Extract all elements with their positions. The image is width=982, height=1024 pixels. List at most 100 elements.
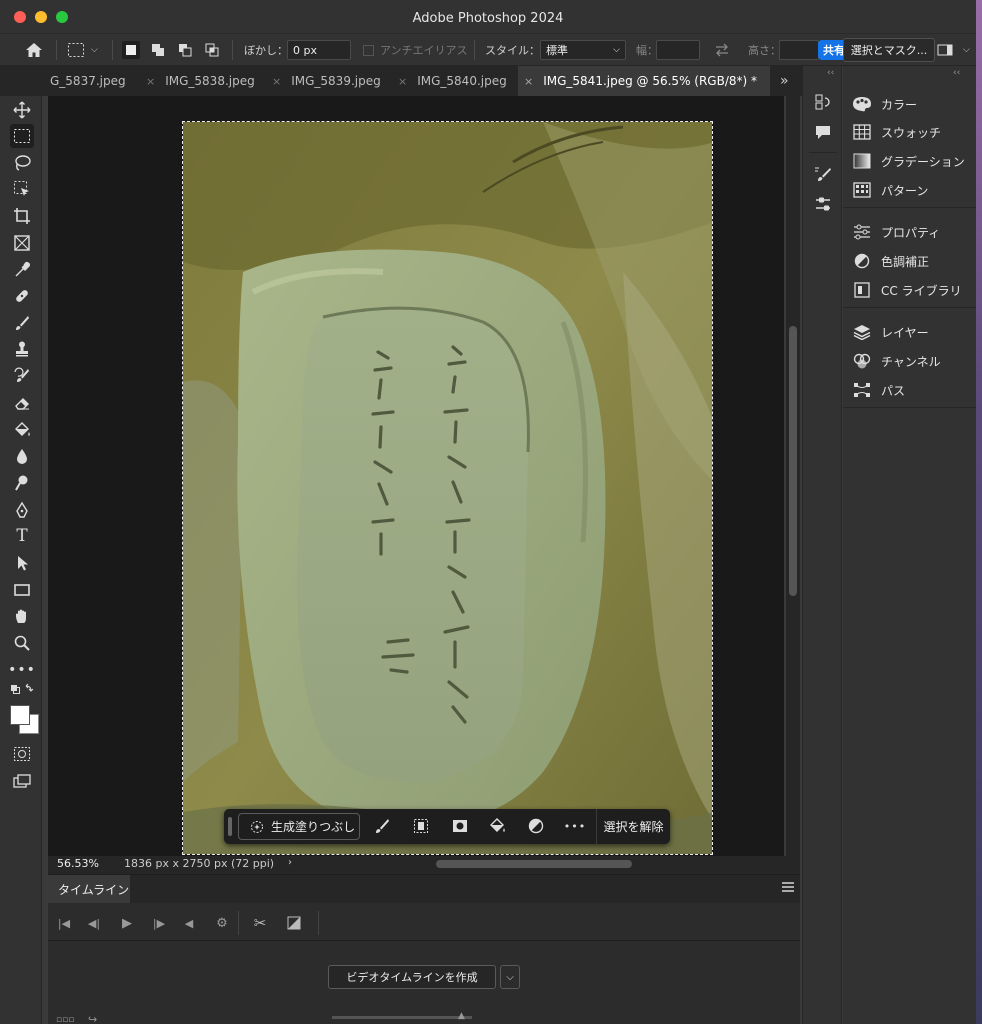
tab-img-5841[interactable]: × IMG_5841.jpeg @ 56.5% (RGB/8*) * [518, 66, 770, 96]
type-tool[interactable]: T [10, 524, 34, 548]
edit-toolbar-button[interactable]: ••• [8, 658, 35, 682]
lasso-tool[interactable] [10, 151, 34, 175]
intersect-selection-button[interactable] [203, 41, 221, 59]
feather-input[interactable]: 0 px [287, 40, 351, 60]
more-options-button[interactable]: ••• [564, 816, 585, 836]
zoom-tool[interactable] [10, 631, 34, 655]
style-select[interactable]: 標準 ⌵ [540, 40, 626, 60]
panel-menu-icon[interactable] [782, 882, 794, 892]
clone-stamp-tool[interactable] [10, 337, 34, 361]
play-button[interactable]: ▶ [119, 915, 135, 931]
fill-selection-button[interactable] [487, 816, 507, 836]
more-tabs-icon[interactable]: » [780, 73, 789, 89]
marquee-preset-picker[interactable]: ⌵ [67, 34, 98, 66]
zoom-in-icon[interactable]: ▲ [458, 1011, 465, 1021]
pen-tool[interactable] [10, 498, 34, 522]
frame-tool[interactable] [10, 231, 34, 255]
timeline-type-dropdown[interactable]: ⌵ [500, 965, 520, 989]
tab-timeline[interactable]: タイムライン [48, 875, 130, 903]
properties-panel-button[interactable]: プロパティ [851, 218, 975, 246]
vertical-scrollbar[interactable] [786, 96, 800, 856]
patterns-panel-button[interactable]: パターン [851, 176, 975, 204]
new-selection-button[interactable] [122, 41, 140, 59]
channels-panel-button[interactable]: チャンネル [851, 347, 975, 375]
subtract-selection-button[interactable] [176, 41, 194, 59]
transition-button[interactable] [286, 915, 302, 931]
swatches-panel-button[interactable]: スウォッチ [851, 118, 975, 146]
split-button[interactable]: ✂ [252, 914, 268, 932]
share-button[interactable]: 共有 [818, 40, 846, 60]
drag-handle[interactable] [228, 817, 232, 836]
horizontal-scroll-thumb[interactable] [436, 860, 632, 868]
generative-fill-button[interactable]: 生成塗りつぶし [238, 813, 360, 840]
frame-animation-icon[interactable]: ▫▫▫ [56, 1015, 74, 1024]
invert-selection-button[interactable] [411, 816, 431, 836]
adjustments-panel-button[interactable]: 色調補正 [851, 247, 975, 275]
rect-marquee-tool[interactable] [10, 124, 34, 148]
blur-tool[interactable] [10, 444, 34, 468]
gradients-panel-button[interactable]: グラデーション [851, 147, 975, 175]
eyedropper-tool[interactable] [10, 258, 34, 282]
previous-frame-button[interactable]: ◀| [86, 915, 102, 931]
close-tab-icon[interactable]: × [398, 75, 407, 88]
paint-bucket-tool[interactable] [10, 418, 34, 442]
object-selection-tool[interactable] [10, 177, 34, 201]
comments-panel-button[interactable] [813, 122, 833, 142]
vertical-scroll-thumb[interactable] [789, 326, 797, 596]
add-selection-button[interactable] [149, 41, 167, 59]
close-tab-icon[interactable]: × [146, 75, 155, 88]
color-panel-button[interactable]: カラー [851, 90, 975, 118]
zoom-slider[interactable] [332, 1016, 472, 1019]
convert-icon[interactable]: ↪ [88, 1013, 97, 1024]
paths-panel-button[interactable]: パス [851, 376, 975, 404]
history-brush-tool[interactable] [10, 364, 34, 388]
collapse-icon[interactable]: ‹‹ [953, 68, 960, 78]
close-tab-icon[interactable]: × [272, 75, 281, 88]
document-info[interactable]: 1836 px x 2750 px (72 ppi) [124, 857, 274, 870]
brushes-panel-button[interactable] [813, 164, 833, 184]
zoom-level[interactable]: 56.53% [57, 857, 99, 870]
playback-settings-button[interactable]: ⚙ [214, 915, 230, 931]
hand-tool[interactable] [10, 604, 34, 628]
workspace-switcher[interactable]: ⌵ [937, 34, 970, 66]
layers-panel-button[interactable]: レイヤー [851, 318, 975, 346]
home-button[interactable] [24, 34, 44, 66]
antialias-checkbox[interactable]: アンチエイリアス [363, 34, 468, 66]
healing-brush-tool[interactable] [10, 284, 34, 308]
adjustments-sliders-button[interactable] [813, 194, 833, 214]
crop-tool[interactable] [10, 204, 34, 228]
panel-group-properties: プロパティ 色調補正 CC ライブラリ [843, 208, 976, 308]
tab-img-5839[interactable]: × IMG_5839.jpeg [268, 66, 394, 96]
tab-img-5838[interactable]: × IMG_5838.jpeg [142, 66, 268, 96]
width-input[interactable] [656, 40, 700, 60]
eraser-tool[interactable] [10, 391, 34, 415]
swap-dimensions-button[interactable] [714, 34, 730, 66]
path-selection-tool[interactable] [10, 551, 34, 575]
height-input[interactable] [779, 40, 819, 60]
history-panel-button[interactable] [813, 92, 833, 112]
next-frame-button[interactable]: |▶ [151, 915, 167, 931]
screen-mode-button[interactable] [10, 769, 34, 793]
create-mask-button[interactable] [450, 816, 470, 836]
chevron-right-icon[interactable]: › [288, 857, 292, 868]
quick-mask-button[interactable] [10, 742, 34, 766]
document-image[interactable] [182, 121, 713, 855]
tab-img-5837[interactable]: G_5837.jpeg [0, 66, 142, 96]
close-tab-icon[interactable]: × [524, 75, 533, 88]
collapse-icon[interactable]: ‹‹ [827, 68, 834, 78]
select-and-mask-button[interactable]: 選択とマスク... [843, 38, 935, 62]
cc-libraries-panel-button[interactable]: CC ライブラリ [851, 276, 975, 304]
dodge-tool[interactable] [10, 471, 34, 495]
first-frame-button[interactable]: |◀ [56, 915, 72, 931]
rectangle-tool[interactable] [10, 578, 34, 602]
adjustment-layer-button[interactable] [526, 816, 546, 836]
brush-tool[interactable] [10, 311, 34, 335]
deselect-button[interactable]: 選択を解除 [596, 809, 670, 844]
default-colors-button[interactable] [10, 682, 34, 698]
move-tool[interactable] [10, 98, 34, 122]
create-video-timeline-button[interactable]: ビデオタイムラインを作成 [328, 965, 496, 989]
tab-img-5840[interactable]: × IMG_5840.jpeg [394, 66, 518, 96]
modify-selection-button[interactable] [372, 816, 392, 836]
foreground-color-swatch[interactable] [10, 705, 30, 725]
audio-button[interactable]: ◀ [181, 915, 197, 931]
